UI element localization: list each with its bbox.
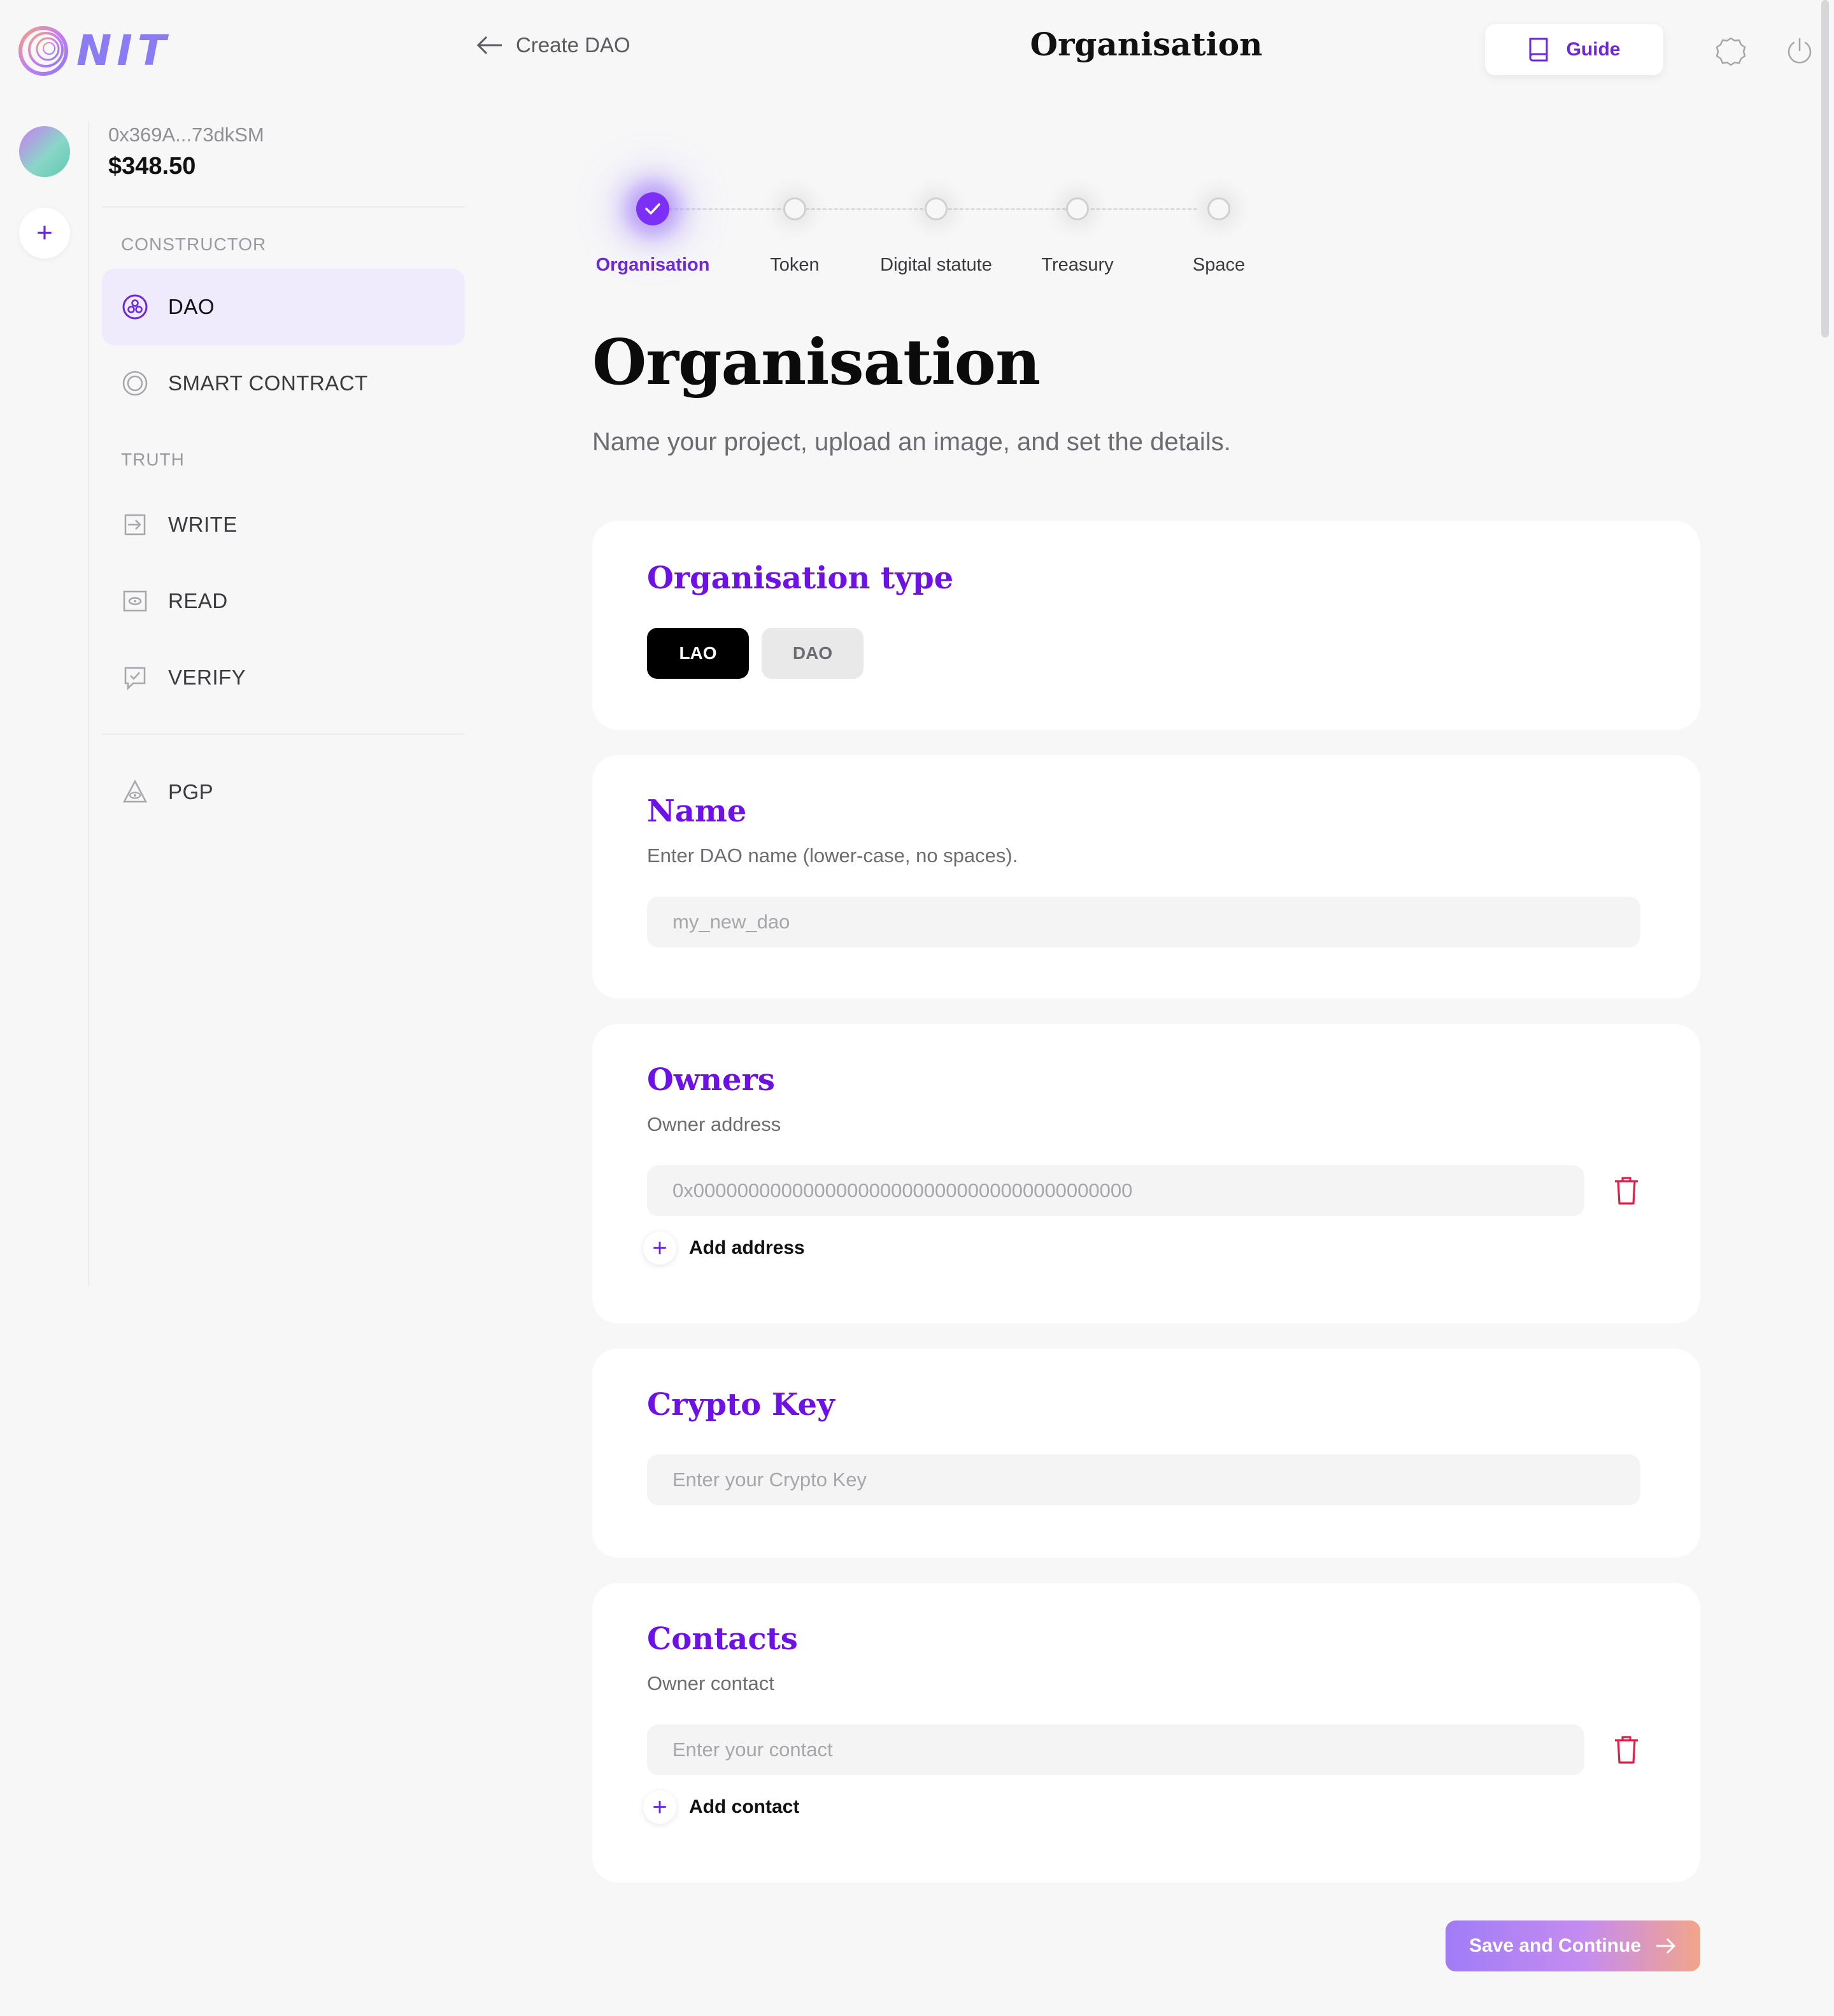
step-label-digital-statute[interactable]: Digital statute — [860, 255, 1013, 276]
dao-icon — [121, 293, 149, 321]
org-type-lao-button[interactable]: LAO — [647, 628, 749, 679]
sidebar-item-label: WRITE — [168, 513, 238, 536]
sidebar-item-label: VERIFY — [168, 665, 246, 689]
add-contact-label: Add contact — [689, 1796, 800, 1817]
scrollbar-thumb[interactable] — [1821, 0, 1829, 337]
page-title: Organisation — [1030, 25, 1263, 63]
section-heading: Organisation — [592, 326, 1041, 399]
guide-button[interactable]: Guide — [1485, 24, 1663, 75]
sidebar-divider — [102, 734, 465, 735]
org-type-dao-button[interactable]: DAO — [762, 628, 864, 679]
step-label-organisation[interactable]: Organisation — [576, 255, 729, 276]
logo-text: NIT — [76, 26, 171, 75]
logo-spiral-icon — [18, 26, 68, 76]
section-label-constructor: CONSTRUCTOR — [121, 234, 267, 254]
step-treasury-marker[interactable] — [1066, 197, 1089, 220]
step-organisation-marker[interactable] — [636, 192, 669, 225]
section-subtitle: Name your project, upload an image, and … — [592, 428, 1231, 456]
arrow-left-icon — [476, 36, 502, 55]
dao-name-input[interactable] — [647, 897, 1640, 948]
card-description: Enter DAO name (lower-case, no spaces). — [647, 844, 1018, 867]
gear-icon — [1716, 37, 1746, 66]
step-space-marker[interactable] — [1207, 197, 1230, 220]
delete-owner-button[interactable] — [1612, 1175, 1640, 1206]
name-card: Name Enter DAO name (lower-case, no spac… — [592, 755, 1700, 998]
verify-icon — [121, 664, 149, 692]
save-label: Save and Continue — [1468, 1935, 1642, 1956]
write-icon — [121, 511, 149, 539]
contacts-card: Contacts Owner contact + Add contact — [592, 1583, 1700, 1882]
wallet-avatar[interactable] — [19, 126, 70, 177]
step-digital-statute-marker[interactable] — [925, 197, 948, 220]
sidebar-item-label: DAO — [168, 295, 215, 318]
back-button[interactable]: Create DAO — [476, 33, 630, 57]
plus-icon: + — [643, 1791, 676, 1824]
sidebar-item-verify[interactable]: VERIFY — [102, 639, 465, 716]
step-label-treasury[interactable]: Treasury — [1001, 255, 1154, 276]
sidebar-item-pgp[interactable]: PGP — [102, 754, 465, 830]
section-label-truth: TRUTH — [121, 450, 185, 469]
plus-icon: + — [643, 1232, 676, 1265]
sidebar-item-dao[interactable]: DAO — [102, 269, 465, 345]
book-icon — [1529, 38, 1548, 62]
logout-button[interactable] — [1782, 33, 1817, 69]
settings-button[interactable] — [1713, 33, 1749, 69]
owner-address-input[interactable] — [647, 1165, 1584, 1216]
rail-divider — [88, 121, 89, 1286]
save-and-continue-button[interactable]: Save and Continue — [1446, 1920, 1700, 1971]
add-wallet-button[interactable]: + — [19, 208, 70, 259]
delete-contact-button[interactable] — [1612, 1735, 1640, 1765]
arrow-right-icon — [1656, 1938, 1676, 1954]
sidebar-item-label: SMART CONTRACT — [168, 371, 368, 395]
sidebar-item-smart-contract[interactable]: SMART CONTRACT — [102, 345, 465, 422]
add-contact-button[interactable]: + Add contact — [643, 1791, 799, 1824]
pgp-icon — [121, 778, 149, 806]
smart-contract-icon — [121, 369, 149, 397]
add-address-label: Add address — [689, 1237, 805, 1258]
step-label-space[interactable]: Space — [1142, 255, 1295, 276]
organisation-type-card: Organisation type LAO DAO — [592, 521, 1700, 730]
read-icon — [121, 587, 149, 615]
wallet-address: 0x369A...73dkSM — [108, 124, 264, 146]
card-description: Owner address — [647, 1113, 781, 1135]
sidebar-item-write[interactable]: WRITE — [102, 486, 465, 563]
add-address-button[interactable]: + Add address — [643, 1232, 805, 1265]
card-title: Contacts — [647, 1621, 798, 1657]
owners-card: Owners Owner address + Add address — [592, 1024, 1700, 1323]
card-title: Owners — [647, 1062, 775, 1098]
step-label-token[interactable]: Token — [718, 255, 871, 276]
power-icon — [1788, 38, 1812, 64]
crypto-key-input[interactable] — [647, 1454, 1640, 1505]
owner-contact-input[interactable] — [647, 1724, 1584, 1775]
sidebar-item-label: PGP — [168, 780, 214, 804]
card-title: Crypto Key — [647, 1387, 835, 1423]
sidebar-divider — [102, 206, 465, 208]
card-description: Owner contact — [647, 1672, 774, 1694]
back-label: Create DAO — [516, 33, 630, 57]
app-logo[interactable]: NIT — [18, 25, 247, 76]
wallet-balance: $348.50 — [108, 153, 196, 180]
card-title: Organisation type — [647, 560, 954, 596]
step-token-marker[interactable] — [783, 197, 806, 220]
sidebar-item-label: READ — [168, 589, 228, 613]
check-icon — [645, 203, 660, 215]
crypto-key-card: Crypto Key — [592, 1349, 1700, 1558]
guide-label: Guide — [1566, 39, 1621, 60]
card-title: Name — [647, 793, 747, 829]
sidebar-item-read[interactable]: READ — [102, 563, 465, 639]
plus-icon: + — [36, 217, 53, 248]
